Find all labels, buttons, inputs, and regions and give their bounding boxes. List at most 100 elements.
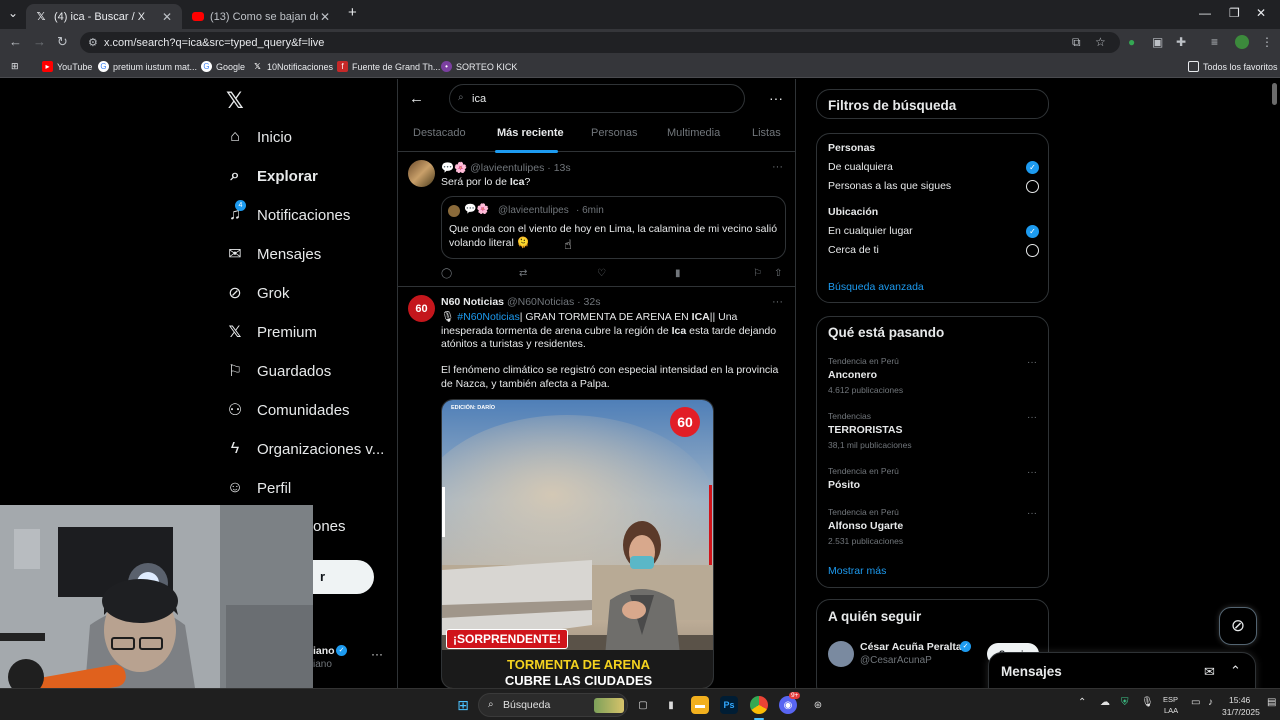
advanced-search-link[interactable]: Búsqueda avanzada (828, 281, 924, 293)
filter-option-near-you[interactable]: Cerca de ti (828, 244, 879, 256)
bookmark-pretium[interactable]: Gpretium iustum mat... (98, 61, 197, 72)
tweet-more-icon[interactable]: ··· (772, 161, 783, 173)
bookmark-10notificaciones[interactable]: 𝕏 10Notificaciones (252, 61, 333, 72)
hashtag-link[interactable]: #N60Noticias (457, 311, 519, 323)
photoshop-icon[interactable]: Ps (720, 696, 738, 714)
taskbar-search[interactable]: ⌕ Búsqueda (478, 693, 628, 717)
close-tab-icon[interactable]: ✕ (318, 10, 332, 24)
retweet-icon[interactable]: ⇄ (519, 268, 527, 279)
nav-notificaciones[interactable]: ♫ 4 Notificaciones (226, 200, 350, 224)
onedrive-icon[interactable]: ☁ (1100, 697, 1110, 708)
tweet-more-icon[interactable]: ··· (772, 296, 783, 308)
restore-icon[interactable]: ❐ (1229, 6, 1240, 20)
profile-avatar[interactable] (1235, 35, 1249, 49)
filter-option-following[interactable]: Personas a las que sigues (828, 180, 951, 192)
page-scrollbar[interactable] (1270, 79, 1280, 688)
security-icon[interactable]: ⛨ (1121, 697, 1129, 708)
collapse-icon[interactable]: ⌃ (1230, 663, 1241, 679)
share-icon[interactable]: ⇧ (774, 268, 782, 279)
close-window-icon[interactable]: ✕ (1256, 6, 1266, 20)
nav-inicio[interactable]: ⌂ Inicio (226, 128, 292, 146)
messages-drawer[interactable]: Mensajes ✉ ⌃ (988, 652, 1256, 688)
tab-destacado[interactable]: Destacado (413, 127, 466, 139)
grok-floating-button[interactable]: ⊘ (1219, 607, 1257, 645)
close-tab-icon[interactable]: ✕ (160, 10, 174, 24)
x-logo-icon[interactable]: 𝕏 (226, 88, 244, 114)
nav-guardados[interactable]: ⚐ Guardados (226, 362, 331, 381)
microphone-icon[interactable]: 🎙 (1141, 697, 1154, 708)
page-scrollbar-thumb[interactable] (1272, 83, 1277, 105)
bookmark-youtube[interactable]: ▸ YouTube (42, 61, 92, 72)
new-tab-icon[interactable]: + (348, 4, 357, 21)
notifications-icon[interactable]: ▤ (1267, 697, 1276, 708)
display-name[interactable]: N60 Noticias (441, 296, 504, 308)
extension-green-icon[interactable]: ● (1128, 35, 1135, 49)
radio-following[interactable] (1026, 180, 1039, 193)
trend-more-icon[interactable]: ··· (1027, 357, 1037, 368)
chrome-menu-icon[interactable]: ⋮ (1261, 35, 1273, 49)
app-icon[interactable]: ▮ (662, 696, 680, 714)
trend-item[interactable]: Tendencia en Perú Alfonso Ugarte 2.531 p… (817, 504, 1050, 554)
tweet-time[interactable]: · 13s (547, 162, 570, 174)
bookmark-sorteo-kick[interactable]: • SORTEO KICK (441, 61, 517, 72)
nav-comunidades[interactable]: ⚇ Comunidades (226, 401, 350, 420)
reload-icon[interactable]: ↻ (57, 34, 68, 50)
back-icon[interactable]: ← (9, 34, 22, 49)
bookmark-google[interactable]: G Google (201, 61, 245, 72)
extensions-puzzle-icon[interactable]: ✚ (1176, 35, 1186, 49)
nav-mas-opciones[interactable]: ones (313, 518, 346, 535)
apps-grid-icon[interactable]: ⊞ (11, 61, 19, 72)
forward-icon[interactable]: → (33, 34, 46, 49)
media-control-icon[interactable]: ≡ (1211, 35, 1218, 49)
tab-search-icon[interactable]: ⌄ (8, 6, 18, 20)
nav-perfil[interactable]: ☺ Perfil (226, 479, 291, 497)
new-message-icon[interactable]: ✉ (1204, 664, 1215, 680)
views-icon[interactable]: ▮ (675, 268, 681, 279)
filter-option-anywhere[interactable]: En cualquier lugar (828, 225, 913, 237)
app-icon[interactable]: ⊛ (809, 696, 827, 714)
extension-icon[interactable]: ▣ (1152, 35, 1163, 49)
tab-listas[interactable]: Listas (752, 127, 781, 139)
tweet-handle[interactable]: @N60Noticias (507, 296, 574, 308)
task-view-icon[interactable]: ▢ (634, 696, 652, 714)
radio-anywhere-checked[interactable]: ✓ (1026, 225, 1039, 238)
radio-anyone-checked[interactable]: ✓ (1026, 161, 1039, 174)
tab-x-search[interactable]: 𝕏 (4) ica - Buscar / X ✕ (26, 4, 182, 29)
show-more-link[interactable]: Mostrar más (828, 565, 886, 577)
minimize-icon[interactable]: — (1199, 6, 1211, 20)
account-switcher[interactable]: iano ✓ iano ··· (313, 642, 383, 672)
site-info-icon[interactable]: ⚙ (88, 36, 98, 49)
tweet[interactable]: 💬🌸 @lavieentulipes · 13s ··· Será por lo… (398, 153, 795, 287)
trend-item[interactable]: Tendencia en Perú Anconero 4.612 publica… (817, 353, 1050, 403)
language-indicator[interactable]: ESP (1163, 695, 1178, 704)
trend-item[interactable]: Tendencias TERRORISTAS 38,1 mil publicac… (817, 408, 1050, 458)
trend-more-icon[interactable]: ··· (1027, 467, 1037, 478)
bookmark-icon[interactable]: ⚐ (753, 268, 762, 279)
trend-item[interactable]: Tendencia en Perú Pósito ··· (817, 463, 1050, 501)
windows-start-icon[interactable]: ⊞ (454, 696, 472, 714)
quoted-tweet[interactable]: 💬🌸 @lavieentulipes · 6min Que onda con e… (441, 196, 786, 259)
nav-organizaciones[interactable]: ϟ Organizaciones v... (226, 440, 385, 458)
keyboard-layout-indicator[interactable]: LAA (1164, 706, 1178, 715)
tab-mas-reciente[interactable]: Más reciente (497, 127, 564, 139)
nav-premium[interactable]: 𝕏 Premium (226, 323, 317, 342)
clock-date[interactable]: 31/7/2025 (1222, 707, 1260, 717)
nav-grok[interactable]: ⊘ Grok (226, 284, 289, 303)
avatar[interactable] (828, 641, 854, 667)
tray-overflow-icon[interactable]: ⌃ (1078, 697, 1086, 708)
tab-multimedia[interactable]: Multimedia (667, 127, 720, 139)
nav-explorar[interactable]: ⌕ Explorar (226, 167, 318, 185)
radio-near-you[interactable] (1026, 244, 1039, 257)
tab-youtube[interactable]: (13) Como se bajan de un gusa ✕ (184, 4, 340, 29)
avatar[interactable] (408, 160, 435, 187)
address-bar[interactable]: ⚙ x.com/search?q=ica&src=typed_query&f=l… (80, 32, 1120, 53)
tweet-media-image[interactable]: EDICIÓN: DARÍO 60 ¡SORPRENDENTE! TORMENT… (441, 399, 714, 688)
tweet-time[interactable]: · 32s (577, 296, 600, 308)
tab-personas[interactable]: Personas (591, 127, 637, 139)
avatar[interactable]: 60 (408, 295, 435, 322)
trend-more-icon[interactable]: ··· (1027, 412, 1037, 423)
reply-icon[interactable]: ◯ (441, 268, 452, 279)
file-explorer-icon[interactable]: ▬ (691, 696, 709, 714)
display-name[interactable]: 💬🌸 (441, 162, 467, 174)
network-icon[interactable]: ▭ (1191, 697, 1200, 708)
